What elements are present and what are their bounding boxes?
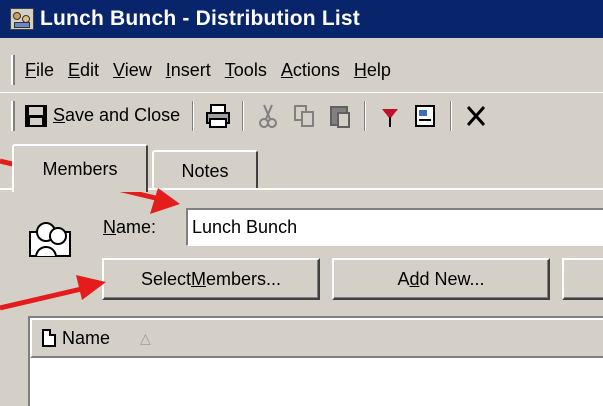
sort-ascending-icon: △ [140, 329, 151, 346]
delete-icon[interactable] [461, 101, 491, 131]
distribution-list-icon [10, 8, 34, 30]
menu-insert[interactable]: Insert [166, 60, 211, 81]
menu-tools[interactable]: Tools [225, 60, 267, 81]
distribution-list-window: Lunch Bunch - Distribution List File Edi… [0, 0, 603, 406]
arrow-to-select-members [0, 275, 106, 311]
distribution-list-people-icon [28, 214, 78, 264]
name-input[interactable] [186, 208, 603, 246]
toolbar-separator [242, 100, 245, 131]
menu-file[interactable]: File [25, 60, 54, 81]
tab-strip: Notes Members [0, 140, 603, 192]
page-icon [42, 329, 56, 347]
menu-edit[interactable]: Edit [68, 60, 99, 81]
select-members-button[interactable]: Select Members... [102, 258, 320, 300]
name-label: Name: [103, 217, 157, 237]
add-new-button[interactable]: Add New... [332, 258, 550, 300]
members-list[interactable]: Name △ [28, 316, 603, 406]
toolbar-grip[interactable] [11, 100, 15, 131]
toolbar: Save and Close [0, 92, 603, 138]
flag-icon[interactable] [375, 101, 405, 131]
address-book-icon[interactable] [411, 101, 441, 131]
menu-view[interactable]: View [113, 60, 152, 81]
menu-actions[interactable]: Actions [281, 60, 340, 81]
menu-help[interactable]: Help [354, 60, 391, 81]
column-header-name[interactable]: Name [62, 328, 110, 349]
menu-bar: File Edit View Insert Tools Actions Help [0, 48, 603, 92]
list-header: Name △ [30, 318, 603, 358]
cut-icon[interactable] [253, 101, 283, 131]
tab-notes[interactable]: Notes [152, 150, 258, 190]
floppy-disk-icon [25, 104, 47, 127]
paste-icon[interactable] [325, 101, 355, 131]
window-title: Lunch Bunch - Distribution List [40, 7, 361, 30]
copy-icon[interactable] [289, 101, 319, 131]
title-bar[interactable]: Lunch Bunch - Distribution List [0, 0, 603, 38]
toolbar-separator [450, 100, 453, 131]
print-icon[interactable] [203, 101, 233, 131]
toolbar-separator [364, 100, 367, 131]
save-and-close-button[interactable]: Save and Close [19, 99, 186, 133]
tab-members[interactable]: Members [12, 144, 148, 192]
remove-button[interactable] [562, 258, 603, 300]
toolbar-separator [192, 100, 195, 131]
menu-grip[interactable] [11, 55, 15, 85]
